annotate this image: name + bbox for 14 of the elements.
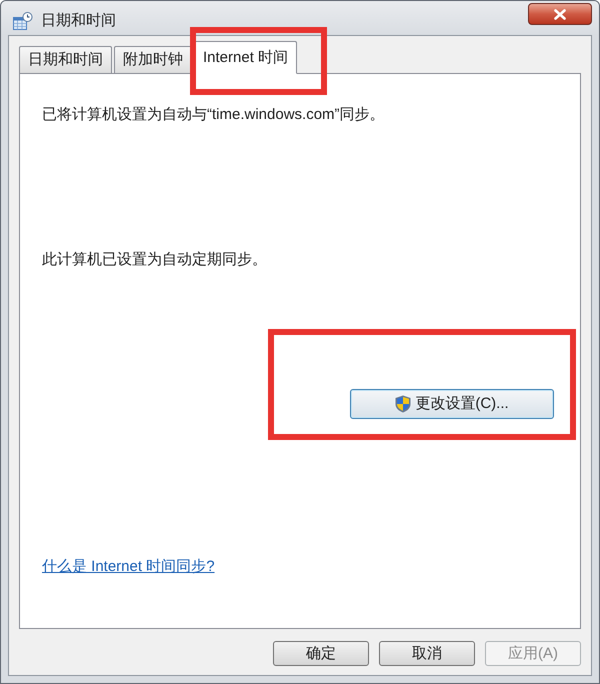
calendar-clock-icon [13,12,33,30]
tab[interactable]: 附加时钟 [114,46,192,73]
dialog-button[interactable]: 确定 [273,641,369,666]
dialog-button[interactable]: 取消 [379,641,475,666]
sync-status-text: 已将计算机设置为自动与“time.windows.com”同步。 [42,106,385,124]
help-link[interactable]: 什么是 Internet 时间同步? [42,558,215,576]
window-title: 日期和时间 [41,12,116,30]
close-button[interactable] [528,3,592,25]
change-settings-button[interactable]: 更改设置(C)... [350,389,554,419]
close-icon [554,8,566,20]
tab[interactable]: Internet 时间 [194,41,298,74]
tab[interactable]: 日期和时间 [19,46,112,73]
schedule-status-text: 此计算机已设置为自动定期同步。 [42,251,267,269]
shield-icon [395,395,412,413]
